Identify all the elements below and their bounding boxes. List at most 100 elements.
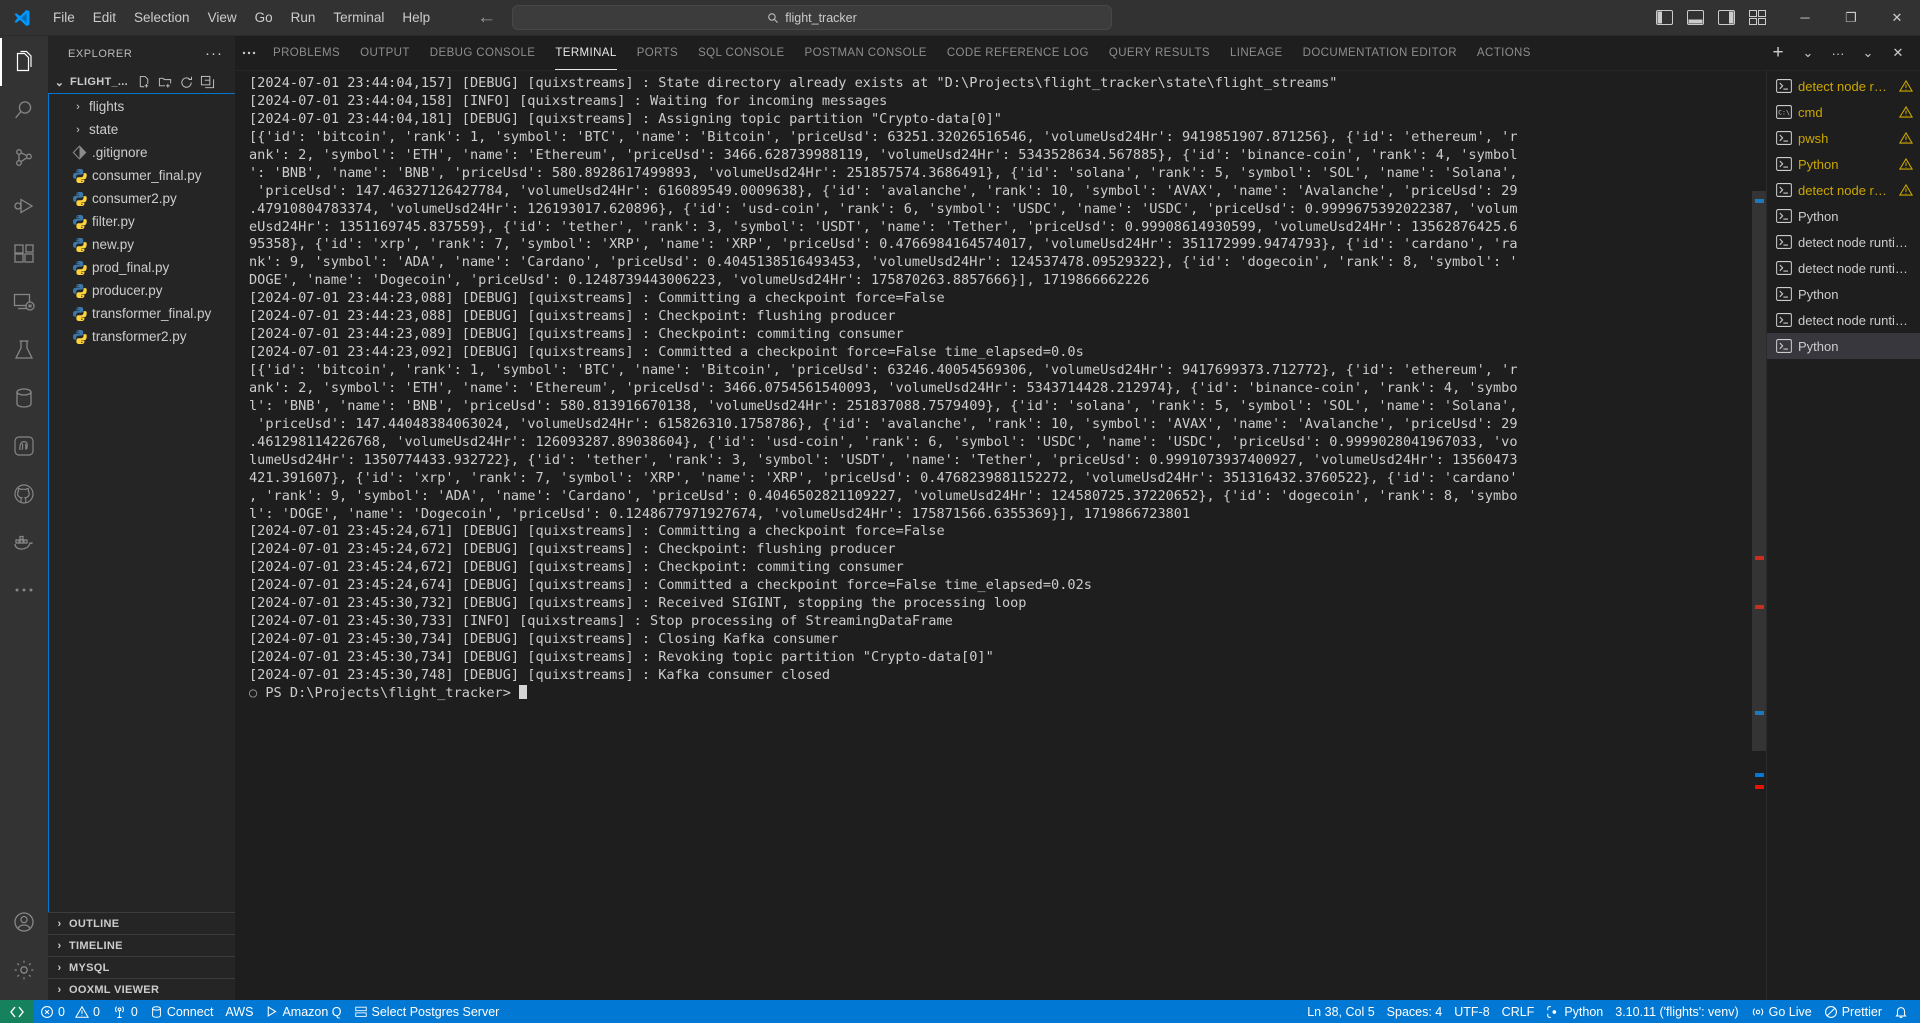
sidebar-section-outline[interactable]: › OUTLINE xyxy=(48,912,235,934)
new-folder-icon[interactable] xyxy=(158,75,173,90)
panel-tab-query-results[interactable]: QUERY RESULTS xyxy=(1099,36,1220,70)
toggle-secondary-sidebar-icon[interactable] xyxy=(1718,10,1735,25)
panel-more-actions-button[interactable]: ··· xyxy=(1824,39,1852,67)
panel-tab-output[interactable]: OUTPUT xyxy=(350,36,420,70)
activity-explorer[interactable] xyxy=(0,38,48,86)
tree-item-consumer2-py[interactable]: consumer2.py xyxy=(49,187,235,210)
new-file-icon[interactable] xyxy=(137,75,152,90)
panel-tabs[interactable]: PROBLEMS OUTPUT DEBUG CONSOLE TERMINAL PORTS… xyxy=(263,36,1764,70)
panel-tab-actions[interactable]: ACTIONS xyxy=(1467,36,1541,70)
status-eol[interactable]: CRLF xyxy=(1496,1000,1541,1023)
panel-tab-lineage[interactable]: LINEAGE xyxy=(1220,36,1293,70)
panel-tab-sql-console[interactable]: SQL CONSOLE xyxy=(688,36,794,70)
terminal-tab-4[interactable]: detect node r… xyxy=(1767,177,1920,203)
go-back-icon[interactable]: ← xyxy=(477,8,496,27)
panel-tab-problems[interactable]: PROBLEMS xyxy=(263,36,350,70)
activity-more[interactable] xyxy=(0,566,48,614)
status-go-live[interactable]: Go Live xyxy=(1745,1000,1818,1023)
activity-github[interactable] xyxy=(0,470,48,518)
tree-item--gitignore[interactable]: .gitignore xyxy=(49,141,235,164)
tree-item-consumer-final-py[interactable]: consumer_final.py xyxy=(49,164,235,187)
tree-item-new-py[interactable]: new.py xyxy=(49,233,235,256)
activity-postgres[interactable] xyxy=(0,422,48,470)
status-select-postgres-server[interactable]: Select Postgres Server xyxy=(348,1000,506,1023)
terminal-tab-9[interactable]: detect node runti… xyxy=(1767,307,1920,333)
status-language-mode[interactable]: Python xyxy=(1540,1000,1609,1023)
terminal-scrollbar[interactable] xyxy=(1752,191,1766,751)
activity-settings[interactable] xyxy=(0,946,48,994)
status-amazon-q[interactable]: Amazon Q xyxy=(259,1000,347,1023)
refresh-icon[interactable] xyxy=(179,75,194,90)
customize-layout-icon[interactable] xyxy=(1749,10,1766,25)
toggle-panel-icon[interactable] xyxy=(1687,10,1704,25)
panel-tab-documentation-editor[interactable]: DOCUMENTATION EDITOR xyxy=(1293,36,1467,70)
menu-view[interactable]: View xyxy=(199,0,246,35)
tree-item-transformer2-py[interactable]: transformer2.py xyxy=(49,325,235,348)
terminal-viewport[interactable]: [2024-07-01 23:44:04,157] [DEBUG] [quixs… xyxy=(235,71,1766,1000)
new-terminal-button[interactable]: + xyxy=(1764,39,1792,67)
status-radio-tower[interactable]: 0 xyxy=(106,1000,144,1023)
activity-testing[interactable] xyxy=(0,326,48,374)
status-python-interpreter[interactable]: 3.10.11 ('flights': venv) xyxy=(1609,1000,1744,1023)
tree-item-prod-final-py[interactable]: prod_final.py xyxy=(49,256,235,279)
status-indentation[interactable]: Spaces: 4 xyxy=(1381,1000,1449,1023)
terminal-prompt-line[interactable]: ○ PS D:\Projects\flight_tracker> xyxy=(249,684,1766,703)
menu-selection[interactable]: Selection xyxy=(125,0,199,35)
panel-tab-code-reference-log[interactable]: CODE REFERENCE LOG xyxy=(937,36,1099,70)
explorer-folder-header[interactable]: ⌄ FLIGHT_... xyxy=(48,71,235,93)
terminal-tab-3[interactable]: Python xyxy=(1767,151,1920,177)
menu-go[interactable]: Go xyxy=(246,0,282,35)
status-errors-warnings[interactable]: 0 0 xyxy=(34,1000,106,1023)
tree-item-state[interactable]: › state xyxy=(49,118,235,141)
activity-run-and-debug[interactable] xyxy=(0,182,48,230)
remote-window-button[interactable] xyxy=(0,1000,34,1023)
status-cursor-position[interactable]: Ln 38, Col 5 xyxy=(1301,1000,1380,1023)
terminal-profile-chevron-down-icon[interactable]: ⌄ xyxy=(1794,39,1822,67)
terminal-tab-1[interactable]: C:\ cmd xyxy=(1767,99,1920,125)
status-connect[interactable]: Connect xyxy=(144,1000,220,1023)
menu-help[interactable]: Help xyxy=(393,0,439,35)
activity-search[interactable] xyxy=(0,86,48,134)
panel-tab-ports[interactable]: PORTS xyxy=(627,36,688,70)
terminal-tab-8[interactable]: Python xyxy=(1767,281,1920,307)
sidebar-more-actions-icon[interactable]: ··· xyxy=(201,45,227,62)
file-tree[interactable]: › flights › state .gitignore consumer_final.p… xyxy=(48,93,235,912)
sidebar-section-ooxml-viewer[interactable]: › OOXML VIEWER xyxy=(48,978,235,1000)
panel-maximize-chevron-down-icon[interactable]: ⌄ xyxy=(1854,39,1882,67)
menu-edit[interactable]: Edit xyxy=(84,0,125,35)
command-center[interactable]: flight_tracker xyxy=(512,5,1112,30)
terminal-tab-0[interactable]: detect node r… xyxy=(1767,73,1920,99)
activity-source-control[interactable] xyxy=(0,134,48,182)
terminal-tab-5[interactable]: Python xyxy=(1767,203,1920,229)
toggle-primary-sidebar-icon[interactable] xyxy=(1656,10,1673,25)
panel-tab-postman-console[interactable]: POSTMAN CONSOLE xyxy=(795,36,937,70)
menu-terminal[interactable]: Terminal xyxy=(324,0,393,35)
terminal-tab-2[interactable]: pwsh xyxy=(1767,125,1920,151)
terminal-tab-6[interactable]: detect node runti… xyxy=(1767,229,1920,255)
terminal-tabs-list[interactable]: detect node r… C:\ cmd pwsh Python detect nod… xyxy=(1766,71,1920,1000)
terminal-tab-7[interactable]: detect node runti… xyxy=(1767,255,1920,281)
tree-item-transformer-final-py[interactable]: transformer_final.py xyxy=(49,302,235,325)
status-encoding[interactable]: UTF-8 xyxy=(1448,1000,1495,1023)
panel-tab-debug-console[interactable]: DEBUG CONSOLE xyxy=(420,36,546,70)
collapse-all-icon[interactable] xyxy=(200,75,215,90)
panel-tab-terminal[interactable]: TERMINAL xyxy=(545,36,626,70)
menu-file[interactable]: File xyxy=(44,0,84,35)
status-notifications[interactable] xyxy=(1888,1000,1920,1023)
activity-docker[interactable] xyxy=(0,518,48,566)
sidebar-section-timeline[interactable]: › TIMELINE xyxy=(48,934,235,956)
tree-item-producer-py[interactable]: producer.py xyxy=(49,279,235,302)
window-maximize-button[interactable]: ❐ xyxy=(1828,0,1874,36)
sidebar-section-mysql[interactable]: › MYSQL xyxy=(48,956,235,978)
panel-close-button[interactable]: ✕ xyxy=(1884,39,1912,67)
tree-item-flights[interactable]: › flights xyxy=(49,95,235,118)
window-close-button[interactable]: ✕ xyxy=(1874,0,1920,36)
activity-extensions[interactable] xyxy=(0,230,48,278)
activity-remote-explorer[interactable] xyxy=(0,278,48,326)
activity-database[interactable] xyxy=(0,374,48,422)
status-prettier[interactable]: Prettier xyxy=(1818,1000,1888,1023)
menu-run[interactable]: Run xyxy=(282,0,325,35)
status-aws[interactable]: AWS xyxy=(219,1000,259,1023)
terminal-tab-10[interactable]: Python xyxy=(1767,333,1920,359)
tree-item-filter-py[interactable]: filter.py xyxy=(49,210,235,233)
